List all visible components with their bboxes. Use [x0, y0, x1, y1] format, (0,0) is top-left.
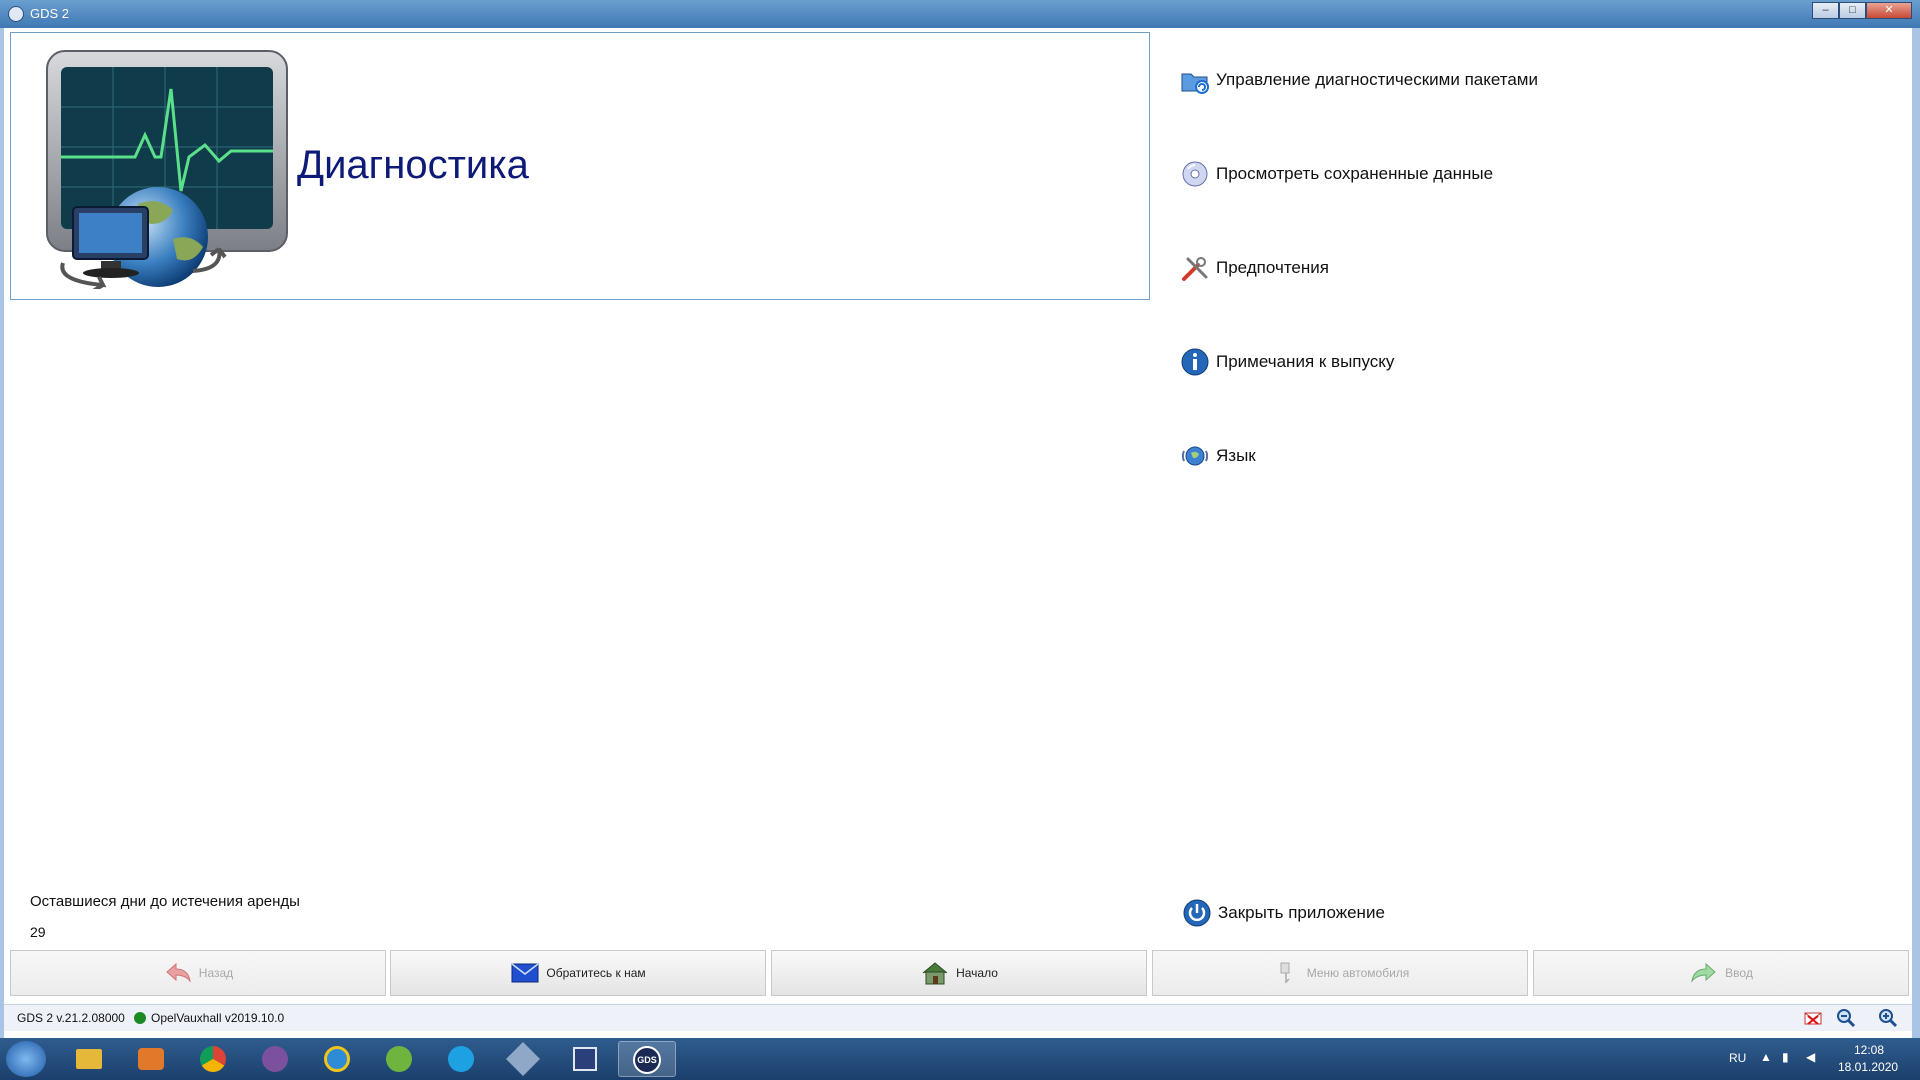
taskbar-internet-explorer[interactable] — [308, 1041, 366, 1077]
disc-icon — [1182, 161, 1208, 187]
menu-item-saved-data[interactable]: Просмотреть сохраненные данные — [1180, 156, 1493, 192]
status-bar: GDS 2 v.21.2.08000 OpelVauxhall v2019.10… — [4, 1004, 1912, 1031]
media-player-icon — [138, 1048, 164, 1070]
viber-icon — [262, 1046, 288, 1072]
taskbar-media-player[interactable] — [122, 1041, 180, 1077]
gds-app-icon: GDS — [633, 1046, 661, 1074]
contact-us-button[interactable]: Обратитесь к нам — [390, 950, 766, 996]
zoom-in-icon[interactable] — [1878, 1008, 1898, 1028]
menu-item-language[interactable]: Язык — [1180, 438, 1256, 474]
menu-item-diagnostic-packages[interactable]: Управление диагностическими пакетами — [1180, 62, 1538, 98]
taskbar-chrome[interactable] — [184, 1041, 242, 1077]
lease-remaining-label: Оставшиеся дни до истечения аренды — [30, 893, 300, 910]
taskbar-skype[interactable] — [432, 1041, 490, 1077]
utorrent-icon — [386, 1046, 412, 1072]
taskbar-virtualbox[interactable] — [494, 1041, 552, 1077]
mail-error-icon[interactable] — [1804, 1009, 1822, 1027]
taskbar-explorer[interactable] — [60, 1041, 118, 1077]
menu-item-preferences[interactable]: Предпочтения — [1180, 250, 1329, 286]
folder-icon — [76, 1049, 102, 1069]
floppy-disk-icon — [573, 1047, 597, 1071]
close-application-button[interactable]: Закрыть приложение — [1182, 895, 1385, 931]
tray-expand-icon[interactable]: ▲ — [1760, 1050, 1772, 1064]
start-button[interactable] — [6, 1041, 46, 1077]
database-status-dot — [134, 1012, 146, 1024]
taskbar-gds2[interactable]: GDS — [618, 1041, 676, 1077]
page-title: Диагностика — [297, 143, 529, 187]
enter-button[interactable]: Ввод — [1533, 950, 1909, 996]
volume-icon[interactable]: ◀ — [1806, 1050, 1815, 1064]
internet-explorer-icon — [324, 1046, 350, 1072]
network-icon[interactable]: ▮ — [1782, 1050, 1789, 1064]
virtualbox-icon — [506, 1042, 540, 1076]
vehicle-menu-label: Меню автомобиля — [1306, 966, 1410, 980]
taskbar-viber[interactable] — [246, 1041, 304, 1077]
contact-us-label: Обратитесь к нам — [546, 966, 646, 980]
menu-item-label: Управление диагностическими пакетами — [1216, 70, 1538, 89]
vehicle-menu-button[interactable]: Меню автомобиля — [1152, 950, 1528, 996]
taskbar-utorrent[interactable] — [370, 1041, 428, 1077]
chrome-icon — [200, 1046, 226, 1072]
home-button-label: Начало — [956, 966, 998, 980]
menu-item-label: Предпочтения — [1216, 258, 1329, 277]
zoom-out-icon[interactable] — [1836, 1008, 1856, 1028]
home-icon — [922, 962, 948, 985]
database-version: OpelVauxhall v2019.10.0 — [151, 1011, 285, 1025]
close-application-label: Закрыть приложение — [1218, 903, 1385, 922]
folder-refresh-icon — [1181, 73, 1209, 94]
power-icon — [1183, 899, 1211, 927]
header-panel: Диагностика — [10, 32, 1150, 300]
window-title: GDS 2 — [30, 6, 70, 21]
window-frame-left — [0, 28, 4, 1038]
menu-item-label: Примечания к выпуску — [1216, 352, 1395, 371]
taskbar-save-app[interactable] — [556, 1041, 614, 1077]
clock-date[interactable]: 18.01.2020 — [1838, 1060, 1898, 1074]
back-arrow-icon — [166, 962, 191, 983]
info-icon — [1181, 348, 1209, 376]
tools-icon — [1182, 257, 1208, 281]
enter-arrow-icon — [1691, 962, 1716, 983]
close-window-button[interactable]: ✕ — [1866, 2, 1912, 19]
back-button-label: Назад — [198, 966, 234, 980]
title-bar: GDS 2 – □ ✕ — [0, 0, 1920, 28]
window-frame-right — [1912, 28, 1920, 1038]
envelope-icon — [511, 963, 539, 983]
minimize-button[interactable]: – — [1812, 2, 1839, 19]
clock-time[interactable]: 12:08 — [1854, 1043, 1884, 1057]
maximize-button[interactable]: □ — [1839, 2, 1866, 19]
enter-button-label: Ввод — [1725, 966, 1753, 980]
app-icon — [8, 6, 24, 22]
diagnostics-monitor-globe-icon — [46, 50, 288, 289]
lease-remaining-days: 29 — [30, 924, 46, 940]
car-menu-icon — [1280, 962, 1290, 984]
menu-item-label: Язык — [1216, 446, 1256, 465]
app-version: GDS 2 v.21.2.08000 — [17, 1011, 125, 1025]
language-indicator[interactable]: RU — [1729, 1051, 1746, 1065]
home-button[interactable]: Начало — [771, 950, 1147, 996]
navigation-button-bar: Назад Обратитесь к нам Начало Меню автом… — [10, 950, 1910, 1000]
menu-item-label: Просмотреть сохраненные данные — [1216, 164, 1494, 183]
back-button[interactable]: Назад — [10, 950, 386, 996]
menu-item-release-notes[interactable]: Примечания к выпуску — [1180, 344, 1394, 380]
windows-taskbar: GDS RU ▲ ▮ ◀ 12:08 18.01.2020 — [0, 1038, 1920, 1080]
skype-icon — [448, 1046, 474, 1072]
language-globe-icon — [1181, 446, 1209, 466]
